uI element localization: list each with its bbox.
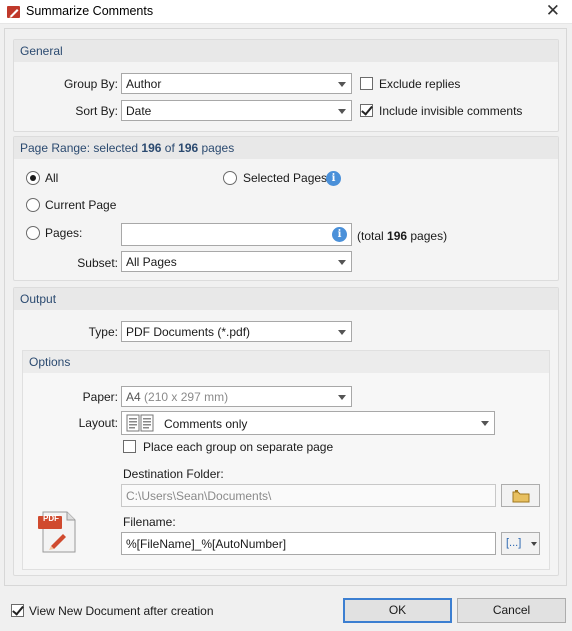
title-bar: Summarize Comments ✕ xyxy=(0,0,572,24)
paper-label: Paper: xyxy=(82,390,118,404)
type-select[interactable]: PDF Documents (*.pdf) xyxy=(121,321,352,342)
subset-label: Subset: xyxy=(77,256,118,270)
total-pages-suffix: pages) xyxy=(407,229,448,243)
cancel-button[interactable]: Cancel xyxy=(457,598,566,623)
radio-all[interactable] xyxy=(26,171,40,185)
group-by-select[interactable]: Author xyxy=(121,73,352,94)
chevron-down-icon xyxy=(531,542,537,546)
include-invisible-checkbox[interactable] xyxy=(360,104,373,117)
layout-icon xyxy=(126,414,154,432)
group-by-value: Author xyxy=(126,77,162,91)
destination-label: Destination Folder: xyxy=(123,467,224,481)
total-pages-count: 196 xyxy=(387,229,408,243)
filename-input[interactable]: %[FileName]_%[AutoNumber] xyxy=(121,532,496,555)
options-header: Options xyxy=(23,351,549,373)
layout-value: Comments only xyxy=(164,417,248,431)
chevron-down-icon xyxy=(338,395,346,400)
close-icon[interactable]: ✕ xyxy=(546,1,560,21)
pdf-badge-text: PDF xyxy=(43,514,59,523)
radio-selected-pages-label: Selected Pages xyxy=(243,171,328,185)
ok-button[interactable]: OK xyxy=(343,598,452,623)
radio-all-label: All xyxy=(45,171,59,185)
type-value: PDF Documents (*.pdf) xyxy=(126,325,251,339)
radio-current-page-label: Current Page xyxy=(45,198,117,212)
subset-select[interactable]: All Pages xyxy=(121,251,352,272)
view-new-document-label: View New Document after creation xyxy=(29,604,214,618)
general-header: General xyxy=(14,40,558,62)
chevron-down-icon xyxy=(338,260,346,265)
radio-pages-label: Pages: xyxy=(45,226,83,240)
paper-value: A4 (210 x 297 mm) xyxy=(126,390,228,404)
page-range-selected-count: 196 xyxy=(141,141,162,155)
insert-macro-button[interactable]: [...] xyxy=(501,532,540,555)
total-pages-prefix: (total xyxy=(357,229,388,243)
paper-dims: (210 x 297 mm) xyxy=(144,390,229,404)
pages-input[interactable]: i xyxy=(121,223,352,246)
include-invisible-label: Include invisible comments xyxy=(379,104,523,118)
folder-icon xyxy=(512,490,530,503)
radio-pages[interactable] xyxy=(26,226,40,240)
exclude-replies-label: Exclude replies xyxy=(379,77,461,91)
total-pages-note: (total 196 pages) xyxy=(357,229,447,243)
window-title: Summarize Comments xyxy=(26,4,154,18)
view-new-document-checkbox[interactable] xyxy=(11,604,24,617)
page-range-header: Page Range: selected 196 of 196 pages xyxy=(14,137,558,159)
browse-folder-button[interactable] xyxy=(501,484,540,507)
separate-page-checkbox[interactable] xyxy=(123,440,136,453)
chevron-down-icon xyxy=(338,330,346,335)
group-by-label: Group By: xyxy=(63,77,118,91)
page-range-total-count: 196 xyxy=(178,141,199,155)
info-icon[interactable]: i xyxy=(332,227,347,242)
app-icon xyxy=(7,6,20,18)
exclude-replies-checkbox[interactable] xyxy=(360,77,373,90)
type-label: Type: xyxy=(88,325,118,339)
page-range-header-mid: of xyxy=(161,141,179,155)
filename-value: %[FileName]_%[AutoNumber] xyxy=(126,537,287,551)
macro-icon: [...] xyxy=(506,537,522,549)
chevron-down-icon xyxy=(338,109,346,114)
subset-value: All Pages xyxy=(126,255,177,269)
layout-label: Layout: xyxy=(78,416,118,430)
layout-select[interactable]: Comments only xyxy=(121,411,495,435)
separate-page-label: Place each group on separate page xyxy=(143,440,334,454)
sort-by-value: Date xyxy=(126,104,152,118)
info-icon[interactable]: i xyxy=(326,171,341,186)
radio-selected-pages[interactable] xyxy=(223,171,237,185)
page-range-header-suffix: pages xyxy=(198,141,235,155)
paper-select[interactable]: A4 (210 x 297 mm) xyxy=(121,386,352,407)
destination-value: C:\Users\Sean\Documents\ xyxy=(126,489,272,503)
paper-size: A4 xyxy=(126,390,141,404)
output-header: Output xyxy=(14,288,558,310)
radio-current-page[interactable] xyxy=(26,198,40,212)
destination-input[interactable]: C:\Users\Sean\Documents\ xyxy=(121,484,496,507)
chevron-down-icon xyxy=(481,421,489,426)
page-range-header-prefix: Page Range: selected xyxy=(20,141,142,155)
sort-by-select[interactable]: Date xyxy=(121,100,352,121)
filename-label: Filename: xyxy=(123,515,176,529)
chevron-down-icon xyxy=(338,82,346,87)
sort-by-label: Sort By: xyxy=(75,104,118,118)
